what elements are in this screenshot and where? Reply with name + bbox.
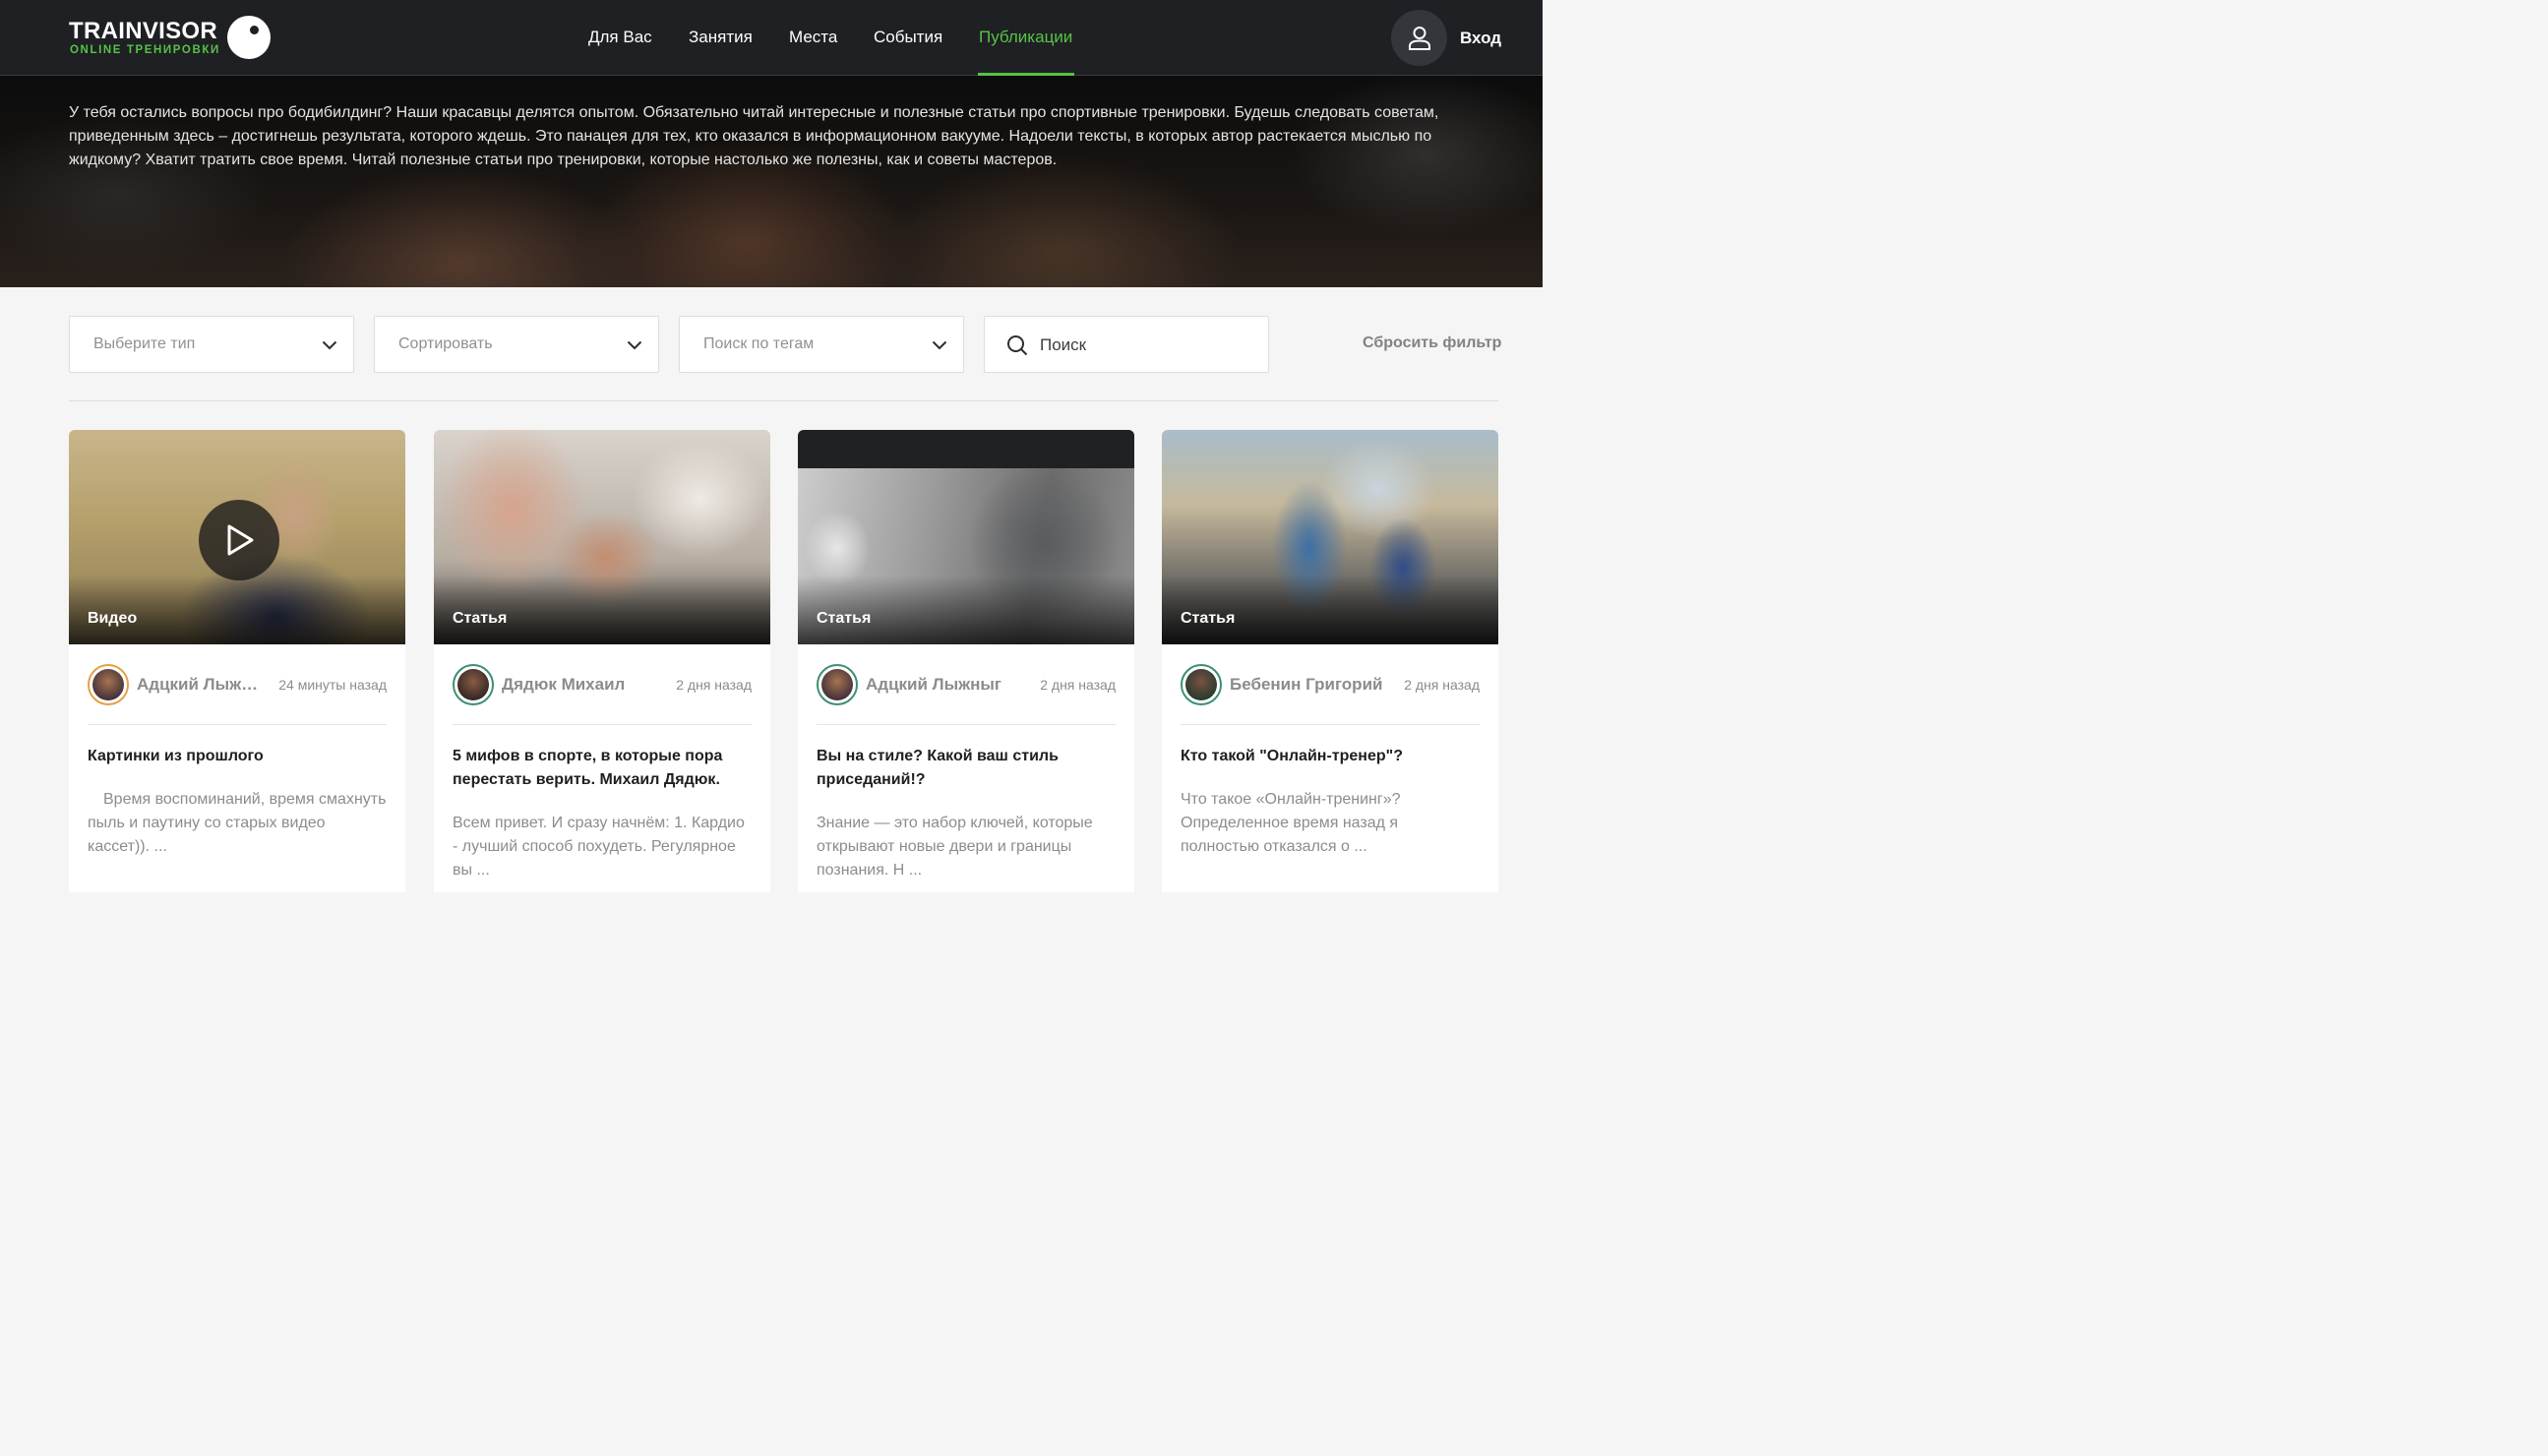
logo-subtitle: ONLINE ТРЕНИРОВКИ xyxy=(70,44,220,56)
chevron-down-icon xyxy=(932,340,947,350)
active-nav-indicator xyxy=(978,73,1074,76)
sort-select-placeholder: Сортировать xyxy=(398,335,493,352)
type-select-placeholder: Выберите тип xyxy=(93,335,196,352)
publication-card[interactable]: Статья Дядюк Михаил 2 дня назад 5 мифов … xyxy=(434,430,770,892)
search-icon xyxy=(1007,335,1028,356)
author-avatar[interactable] xyxy=(453,664,494,705)
publish-time: 2 дня назад xyxy=(676,677,752,693)
author-name[interactable]: Адцкий Лыжныг xyxy=(137,675,265,695)
card-excerpt: Что такое «Онлайн-тренинг»? Определенное… xyxy=(1181,791,1401,855)
reset-filter-button[interactable]: Сбросить фильтр xyxy=(1363,334,1501,352)
chevron-down-icon xyxy=(627,340,642,350)
author-name[interactable]: Бебенин Григорий xyxy=(1230,675,1382,695)
tags-select[interactable]: Поиск по тегам xyxy=(679,316,964,373)
type-select[interactable]: Выберите тип xyxy=(69,316,354,373)
user-account-button[interactable] xyxy=(1391,10,1447,66)
top-navigation-bar: TRAINVISOR ONLINE ТРЕНИРОВКИ Для Вас Зан… xyxy=(0,0,1543,76)
nav-item-classes[interactable]: Занятия xyxy=(689,28,753,47)
card-type-label: Видео xyxy=(88,610,138,627)
trainvisor-logo[interactable]: TRAINVISOR ONLINE ТРЕНИРОВКИ xyxy=(69,16,275,61)
search-box[interactable] xyxy=(984,316,1269,373)
sort-select[interactable]: Сортировать xyxy=(374,316,659,373)
card-author-row: Бебенин Григорий 2 дня назад xyxy=(1181,664,1480,705)
publication-card[interactable]: Статья Адцкий Лыжныг 2 дня назад Вы на с… xyxy=(798,430,1134,892)
search-input[interactable] xyxy=(1040,329,1256,362)
card-title[interactable]: Вы на стиле? Какой ваш стиль приседаний!… xyxy=(817,745,1116,792)
author-avatar[interactable] xyxy=(88,664,129,705)
publication-card[interactable]: Статья Бебенин Григорий 2 дня назад Кто … xyxy=(1162,430,1498,892)
logo-eye-icon xyxy=(227,16,271,59)
card-excerpt: Знание — это набор ключей, которые откры… xyxy=(817,815,1093,879)
nav-item-for-you[interactable]: Для Вас xyxy=(588,28,652,47)
card-title[interactable]: Картинки из прошлого xyxy=(88,745,387,768)
logo-title: TRAINVISOR xyxy=(69,18,218,44)
author-name[interactable]: Дядюк Михаил xyxy=(502,675,625,695)
publish-time: 24 минуты назад xyxy=(278,677,387,693)
author-avatar[interactable] xyxy=(817,664,858,705)
card-author-row: Адцкий Лыжныг 2 дня назад xyxy=(817,664,1116,705)
nav-item-publications[interactable]: Публикации xyxy=(979,28,1072,47)
filters-divider xyxy=(69,400,1498,401)
card-type-label: Статья xyxy=(453,610,508,627)
card-author-row: Дядюк Михаил 2 дня назад xyxy=(453,664,752,705)
publish-time: 2 дня назад xyxy=(1404,677,1480,693)
nav-item-events[interactable]: События xyxy=(874,28,942,47)
login-link[interactable]: Вход xyxy=(1460,29,1501,48)
card-title[interactable]: Кто такой "Онлайн-тренер"? xyxy=(1181,745,1480,768)
user-icon xyxy=(1409,27,1430,50)
card-type-label: Статья xyxy=(1181,610,1236,627)
tags-select-placeholder: Поиск по тегам xyxy=(703,335,815,352)
play-button[interactable] xyxy=(199,500,279,580)
publication-card[interactable]: Видео Адцкий Лыжныг 24 минуты назад Карт… xyxy=(69,430,405,892)
author-avatar[interactable] xyxy=(1181,664,1222,705)
author-name[interactable]: Адцкий Лыжныг xyxy=(866,675,1001,695)
card-type-label: Статья xyxy=(817,610,872,627)
nav-item-places[interactable]: Места xyxy=(789,28,837,47)
card-excerpt: Время воспоминаний, время смахнуть пыль … xyxy=(88,791,387,855)
card-title[interactable]: 5 мифов в спорте, в которые пора переста… xyxy=(453,745,752,792)
hero-description: У тебя остались вопросы про бодибилдинг?… xyxy=(69,104,1439,168)
card-author-row: Адцкий Лыжныг 24 минуты назад xyxy=(88,664,387,705)
play-icon xyxy=(227,524,254,556)
hero-banner: У тебя остались вопросы про бодибилдинг?… xyxy=(0,76,1543,287)
card-excerpt: Всем привет. И сразу начнём: 1. Кардио -… xyxy=(453,815,745,879)
chevron-down-icon xyxy=(322,340,337,350)
publish-time: 2 дня назад xyxy=(1040,677,1116,693)
